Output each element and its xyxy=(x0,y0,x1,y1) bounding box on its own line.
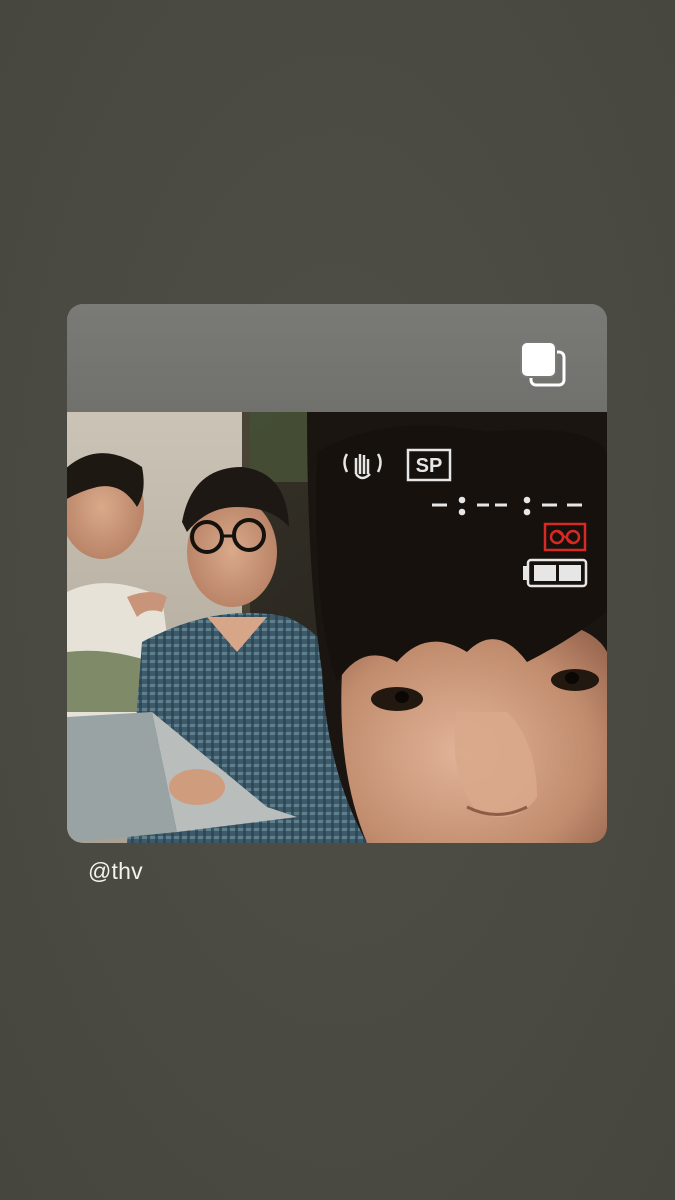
person-closeup xyxy=(307,412,607,843)
post-photo: SP xyxy=(67,412,607,843)
sp-mode-label: SP xyxy=(416,455,443,477)
post-card[interactable]: SP xyxy=(67,304,607,843)
carousel-icon xyxy=(520,341,566,387)
mention-sticker[interactable]: @thv xyxy=(88,858,143,885)
